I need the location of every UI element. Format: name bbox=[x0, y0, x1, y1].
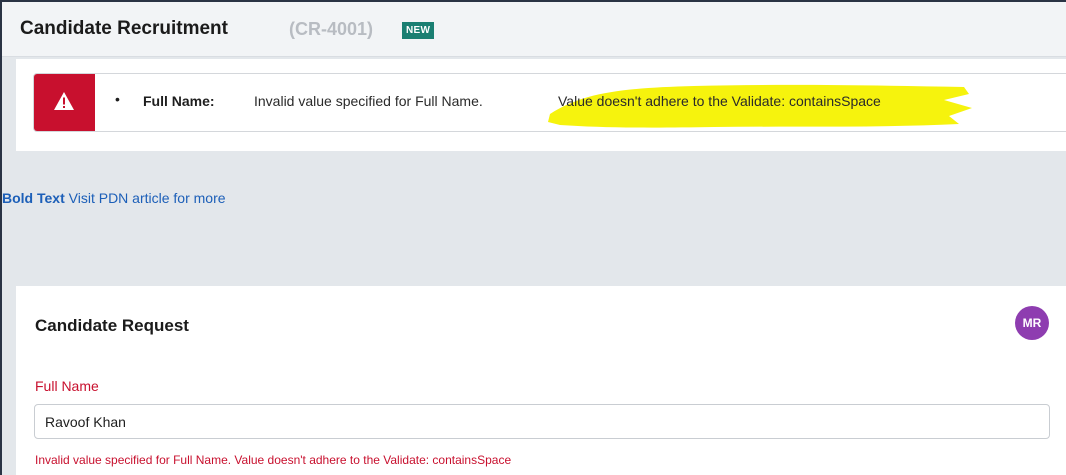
error-bullet: • bbox=[115, 91, 120, 107]
info-line: Bold Text Visit PDN article for more bbox=[2, 190, 226, 206]
error-message-highlighted: Value doesn't adhere to the Validate: co… bbox=[558, 93, 881, 109]
pdn-article-link[interactable]: Visit PDN article for more bbox=[69, 190, 226, 206]
status-badge: NEW bbox=[402, 22, 435, 39]
case-id: (CR-4001) bbox=[289, 19, 374, 39]
full-name-input[interactable] bbox=[34, 404, 1050, 439]
error-icon-cell bbox=[34, 74, 95, 131]
case-title: Candidate Recruitment bbox=[20, 18, 228, 39]
candidate-request-card: Candidate Request MR Full Name Invalid v… bbox=[16, 286, 1066, 475]
full-name-label: Full Name bbox=[35, 378, 99, 394]
error-panel: • Full Name: Invalid value specified for… bbox=[16, 59, 1066, 151]
error-banner: • Full Name: Invalid value specified for… bbox=[33, 73, 1066, 132]
section-title: Candidate Request bbox=[35, 316, 189, 335]
full-name-error: Invalid value specified for Full Name. V… bbox=[35, 453, 512, 467]
warning-triangle-icon bbox=[54, 92, 74, 110]
error-field-label: Full Name: bbox=[143, 93, 215, 109]
page-frame: Candidate Recruitment (CR-4001) NEW • Fu… bbox=[2, 2, 1066, 475]
avatar[interactable]: MR bbox=[1015, 306, 1049, 340]
bold-text: Bold Text bbox=[2, 190, 65, 206]
error-message: Invalid value specified for Full Name. bbox=[254, 93, 483, 109]
case-header: Candidate Recruitment (CR-4001) NEW bbox=[2, 2, 1066, 57]
